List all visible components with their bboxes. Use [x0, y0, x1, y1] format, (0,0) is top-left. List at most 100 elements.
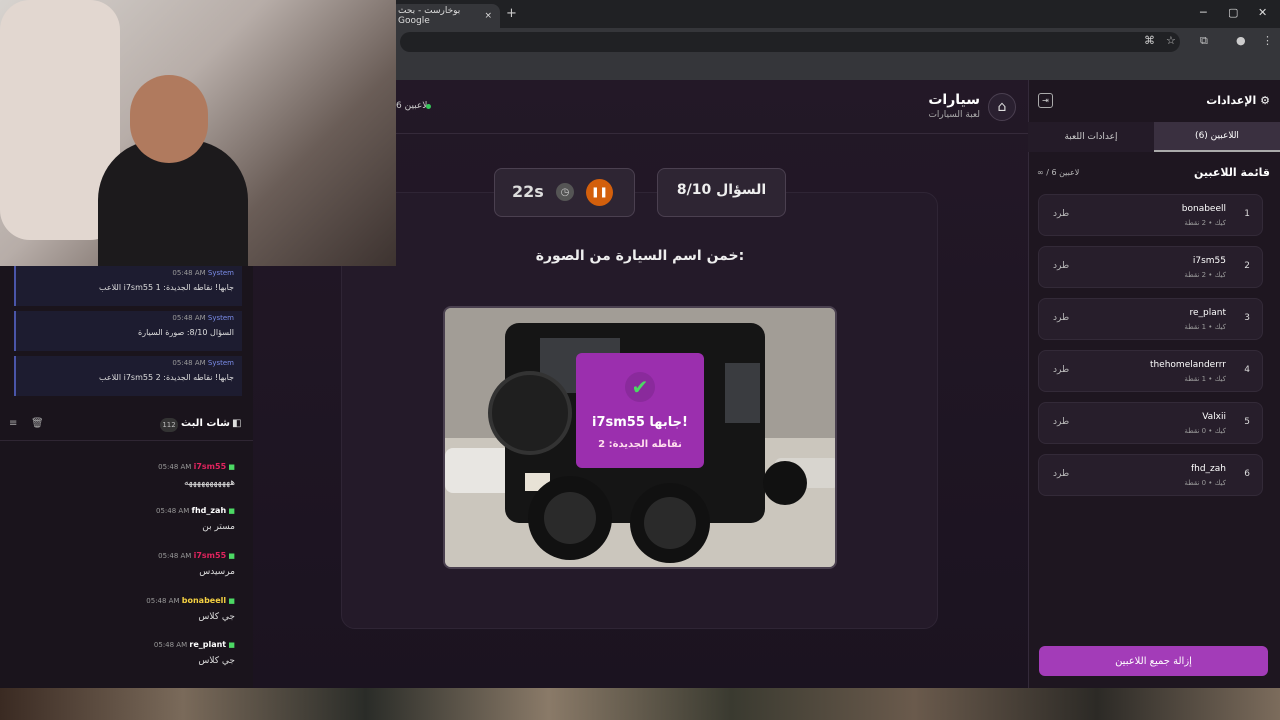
- message-time: 05:48 AM: [146, 597, 180, 605]
- kick-button[interactable]: طرد: [1053, 313, 1069, 323]
- player-rank: 2: [1244, 261, 1250, 271]
- bookmark-star-icon[interactable]: ☆: [1166, 34, 1176, 47]
- tab-players[interactable]: اللاعبين (6): [1154, 122, 1280, 152]
- remove-all-players-button[interactable]: إزالة جميع اللاعبين: [1039, 646, 1268, 676]
- minimize-icon[interactable]: ─: [1200, 6, 1207, 19]
- player-name: thehomelanderrr: [1149, 360, 1226, 370]
- header-divider: [396, 133, 1028, 134]
- chat-icon: ◧: [232, 418, 242, 429]
- chat-message-header: 05:48 AM bonabeell ■: [146, 596, 235, 605]
- webcam-overlay: [0, 0, 396, 266]
- player-row: 3 re_plant كيك • 1 نقطة طرد: [1038, 298, 1263, 340]
- collapse-sidebar-icon[interactable]: ⇥: [1038, 93, 1053, 108]
- trash-icon[interactable]: 🗑: [31, 418, 44, 429]
- profile-avatar-icon[interactable]: ●: [1236, 34, 1246, 47]
- chat-message-header: 05:48 AM fhd_zah ■: [156, 506, 235, 515]
- address-bar[interactable]: [400, 32, 1180, 52]
- online-status-dot: [426, 104, 431, 109]
- translate-icon[interactable]: ⌘: [1144, 34, 1155, 47]
- tab-title: بوخارست - بحث Google: [398, 6, 461, 26]
- game-title: سيارات: [928, 92, 980, 108]
- system-message-header: 05:48 AM System: [172, 314, 234, 322]
- player-points: كيك • 2 نقطة: [1184, 271, 1226, 279]
- players-online-count: 6 لاعبين: [396, 101, 428, 111]
- chat-message: 05:48 AM i7sm55 ■ مرسيدس: [0, 551, 245, 595]
- player-row: 5 Valxii كيك • 0 نقطة طرد: [1038, 402, 1263, 444]
- system-message: 05:48 AM System اللاعب i7sm55 جابها! نقا…: [14, 266, 242, 306]
- background-photo-strip: [0, 688, 1280, 720]
- system-message: 05:48 AM System اللاعب i7sm55 جابها! نقا…: [14, 356, 242, 396]
- pause-button[interactable]: ❚❚: [586, 179, 613, 206]
- player-row: 6 fhd_zah كيك • 0 نقطة طرد: [1038, 454, 1263, 496]
- menu-icon[interactable]: ≡: [9, 418, 17, 429]
- correct-answer-title: i7sm55 جابها!: [592, 415, 688, 430]
- message-time: 05:48 AM: [172, 314, 206, 322]
- chat-message: 05:48 AM fhd_zah ■ مستر بن: [0, 506, 245, 550]
- player-name: bonabeell: [1181, 204, 1226, 214]
- player-name: i7sm55: [1192, 256, 1226, 266]
- player-name: re_plant: [1189, 308, 1226, 318]
- tab-game-settings[interactable]: إعدادات اللعبة: [1028, 122, 1154, 152]
- kick-button[interactable]: طرد: [1053, 469, 1069, 479]
- kick-badge-icon: ■: [228, 641, 235, 649]
- system-message-header: 05:48 AM System: [172, 269, 234, 277]
- player-rank: 4: [1244, 365, 1250, 375]
- player-points: كيك • 1 نقطة: [1184, 375, 1226, 383]
- system-message-text: السؤال 8/10: صورة السيارة: [138, 328, 234, 337]
- chat-username[interactable]: i7sm55: [194, 462, 227, 471]
- extensions-icon[interactable]: ⧉: [1200, 34, 1208, 48]
- chat-message-text: جي كلاس: [198, 656, 235, 666]
- message-time: 05:48 AM: [172, 269, 206, 277]
- player-rank: 1: [1244, 209, 1250, 219]
- player-points: كيك • 0 نقطة: [1184, 479, 1226, 487]
- chat-message-header: 05:48 AM i7sm55 ■: [158, 551, 235, 560]
- settings-title-text: الإعدادات: [1206, 94, 1257, 107]
- system-message-text: اللاعب i7sm55 جابها! نقاطه الجديدة: 2: [99, 373, 234, 382]
- game-subtitle: لعبة السيارات: [928, 110, 980, 120]
- maximize-icon[interactable]: ▢: [1228, 6, 1238, 19]
- kick-badge-icon: ■: [228, 597, 235, 605]
- kick-badge-icon: ■: [228, 552, 235, 560]
- chat-message: 05:48 AM re_plant ■ جي كلاس: [0, 640, 245, 684]
- system-message-text: اللاعب i7sm55 جابها! نقاطه الجديدة: 1: [99, 283, 234, 292]
- chat-username[interactable]: bonabeell: [182, 596, 226, 605]
- chat-message: 05:48 AM bonabeell ■ جي كلاس: [0, 596, 245, 640]
- chat-username[interactable]: re_plant: [189, 640, 226, 649]
- chat-message-text: جي كلاس: [198, 612, 235, 622]
- kick-badge-icon: ■: [228, 507, 235, 515]
- clock-icon: ◷: [556, 183, 574, 201]
- new-tab-icon[interactable]: +: [506, 6, 517, 21]
- player-rank: 5: [1244, 417, 1250, 427]
- browser-menu-icon[interactable]: ⋮: [1262, 34, 1273, 47]
- player-list-count: ∞ / 6 لاعبين: [1037, 168, 1080, 177]
- player-name: Valxii: [1202, 412, 1226, 422]
- close-window-icon[interactable]: ✕: [1258, 6, 1267, 19]
- kick-button[interactable]: طرد: [1053, 209, 1069, 219]
- player-points: كيك • 0 نقطة: [1184, 427, 1226, 435]
- question-prompt: خمن اسم السيارة من الصورة:: [535, 248, 745, 264]
- player-points: كيك • 1 نقطة: [1184, 323, 1226, 331]
- player-rank: 3: [1244, 313, 1250, 323]
- question-counter: السؤال 8/10: [676, 182, 767, 198]
- kick-button[interactable]: طرد: [1053, 417, 1069, 427]
- webcam-person-head: [130, 75, 208, 163]
- player-rank: 6: [1244, 469, 1250, 479]
- kick-button[interactable]: طرد: [1053, 261, 1069, 271]
- message-time: 05:48 AM: [158, 552, 192, 560]
- message-time: 05:48 AM: [156, 507, 190, 515]
- message-sender: System: [207, 359, 234, 367]
- settings-title: الإعدادات ⚙: [1160, 94, 1270, 107]
- tab-close-icon[interactable]: ×: [484, 11, 492, 21]
- message-sender: System: [207, 314, 234, 322]
- kick-button[interactable]: طرد: [1053, 365, 1069, 375]
- home-icon[interactable]: ⌂: [988, 93, 1016, 121]
- message-sender: System: [207, 269, 234, 277]
- chat-username[interactable]: fhd_zah: [191, 506, 226, 515]
- chat-message-text: هههههههههههه: [183, 478, 235, 488]
- bookmarks-bar: [396, 56, 1280, 80]
- browser-tab[interactable]: بوخارست - بحث Google ×: [390, 4, 500, 28]
- correct-answer-popup: [576, 353, 704, 468]
- chat-username[interactable]: i7sm55: [194, 551, 227, 560]
- timer-value: 22s: [512, 182, 544, 201]
- chat-divider: [0, 440, 253, 441]
